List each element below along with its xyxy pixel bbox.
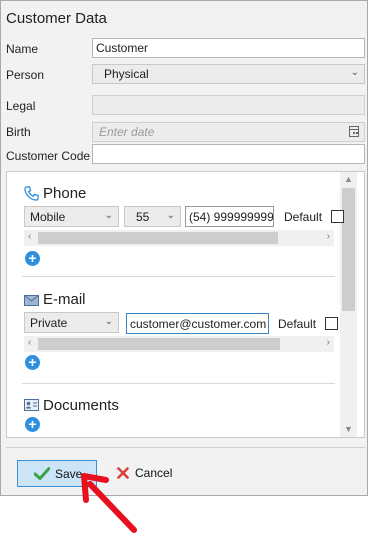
chevron-down-icon: ⌄ — [104, 316, 113, 327]
phone-default-label: Default — [284, 210, 323, 224]
phone-icon — [24, 186, 39, 201]
phone-number-value: (54) 999999999 — [189, 210, 274, 224]
add-phone-button[interactable]: + — [25, 251, 40, 266]
name-label: Name — [6, 42, 39, 56]
phone-default-checkbox[interactable] — [331, 210, 344, 223]
email-horizontal-scrollbar[interactable]: ‹ › — [24, 336, 334, 352]
email-address-value: customer@customer.com — [130, 317, 267, 331]
chevron-down-icon: ⌄ — [166, 210, 175, 221]
scroll-right-icon[interactable]: › — [327, 231, 330, 242]
phone-number-input[interactable]: (54) 999999999 — [185, 206, 274, 227]
birth-placeholder: Enter date — [99, 125, 155, 139]
customer-code-label: Customer Code — [6, 149, 91, 163]
birth-date-field[interactable]: Enter date — [92, 122, 365, 142]
scrollbar-thumb[interactable] — [38, 338, 280, 350]
email-type-value: Private — [30, 316, 68, 330]
section-divider — [22, 383, 335, 384]
legal-label: Legal — [6, 99, 36, 113]
scroll-down-icon[interactable]: ▼ — [344, 424, 353, 434]
contacts-panel[interactable]: ▲ ▼ Phone Mobile ⌄ 55 ⌄ (54) 999999999 D… — [6, 171, 365, 438]
scroll-left-icon[interactable]: ‹ — [28, 337, 31, 348]
section-divider — [22, 276, 335, 277]
name-field[interactable]: Customer — [92, 38, 365, 58]
customer-code-field[interactable] — [92, 144, 365, 164]
email-address-input[interactable]: customer@customer.com — [126, 313, 269, 334]
email-default-label: Default — [278, 317, 317, 331]
name-value: Customer — [96, 41, 149, 55]
id-card-icon — [24, 399, 39, 411]
person-label: Person — [6, 68, 45, 82]
add-document-button[interactable]: + — [25, 417, 40, 432]
footer-divider — [6, 447, 365, 448]
scroll-up-icon[interactable]: ▲ — [344, 174, 353, 184]
add-email-button[interactable]: + — [25, 355, 40, 370]
customer-data-window: Customer Data Name Customer Person Physi… — [0, 0, 368, 496]
phone-section-title: Phone — [43, 185, 87, 202]
annotation-arrow-icon — [81, 473, 137, 533]
window-title: Customer Data — [6, 10, 107, 27]
chevron-down-icon: ⌄ — [104, 210, 113, 221]
calendar-icon[interactable] — [349, 126, 359, 137]
birth-label: Birth — [6, 125, 31, 139]
email-type-select[interactable]: Private ⌄ — [24, 312, 119, 333]
envelope-icon — [24, 295, 39, 306]
legal-field[interactable] — [92, 95, 365, 115]
scrollbar-thumb[interactable] — [342, 188, 355, 311]
scrollbar-thumb[interactable] — [38, 232, 278, 244]
country-code-value: 55 — [136, 210, 150, 224]
person-select[interactable]: Physical ⌄ — [92, 64, 365, 84]
phone-type-value: Mobile — [30, 210, 66, 224]
phone-type-select[interactable]: Mobile ⌄ — [24, 206, 119, 227]
scroll-left-icon[interactable]: ‹ — [28, 231, 31, 242]
email-section-title: E-mail — [43, 291, 86, 308]
person-value: Physical — [104, 67, 149, 81]
email-default-checkbox[interactable] — [325, 317, 338, 330]
phone-horizontal-scrollbar[interactable]: ‹ › — [24, 230, 334, 246]
checkmark-icon — [34, 467, 50, 480]
documents-section-title: Documents — [43, 397, 119, 414]
chevron-down-icon: ⌄ — [350, 67, 359, 78]
scroll-right-icon[interactable]: › — [327, 337, 330, 348]
phone-country-code-select[interactable]: 55 ⌄ — [124, 206, 181, 227]
